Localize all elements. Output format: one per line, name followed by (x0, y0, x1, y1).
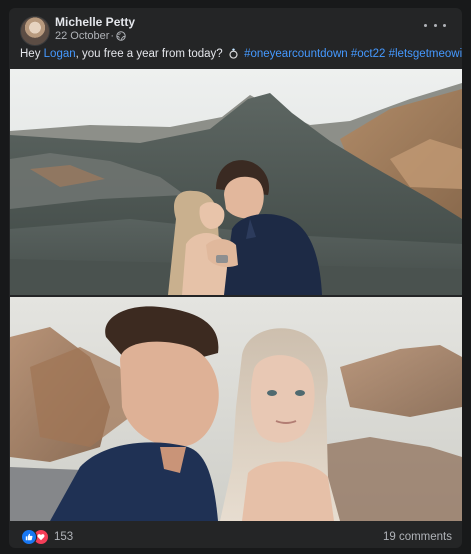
meta-separator: · (110, 30, 115, 42)
dot-icon (433, 23, 437, 27)
comments-count-link[interactable]: 19 comments (383, 531, 452, 543)
post-meta: 22 October · (55, 30, 126, 42)
caption-text-end: , you free a year from today? (75, 48, 223, 60)
dot-icon (424, 23, 427, 27)
dot-icon (443, 23, 446, 27)
globe-icon (116, 31, 126, 41)
author-name[interactable]: Michelle Petty (55, 15, 135, 29)
reactions-summary[interactable]: 153 (21, 529, 73, 545)
avatar[interactable] (20, 16, 50, 46)
rocks-scene (10, 297, 462, 521)
post-footer: 153 19 comments (9, 524, 462, 548)
hashtag-link[interactable]: #oct22 (351, 48, 386, 60)
hashtag-link[interactable]: #letsgetmeowied (389, 48, 462, 60)
post-caption: Hey Logan, you free a year from today? #… (20, 48, 462, 60)
post-header: Michelle Petty 22 October · Hey Logan, y… (9, 8, 462, 66)
couple-rocks-photo[interactable] (10, 297, 462, 521)
couple-mountain-photo[interactable] (10, 69, 462, 295)
ring-icon (229, 48, 238, 59)
post-date[interactable]: 22 October (55, 30, 109, 42)
hashtag-link[interactable]: #oneyearcountdown (244, 48, 348, 60)
mention-link[interactable]: Logan (44, 48, 76, 60)
more-options-button[interactable] (424, 18, 446, 32)
reaction-count: 153 (54, 531, 74, 543)
post-card: Michelle Petty 22 October · Hey Logan, y… (9, 8, 462, 548)
like-icon (21, 529, 37, 545)
mountain-scene (10, 69, 462, 295)
caption-text-start: Hey (20, 48, 44, 60)
